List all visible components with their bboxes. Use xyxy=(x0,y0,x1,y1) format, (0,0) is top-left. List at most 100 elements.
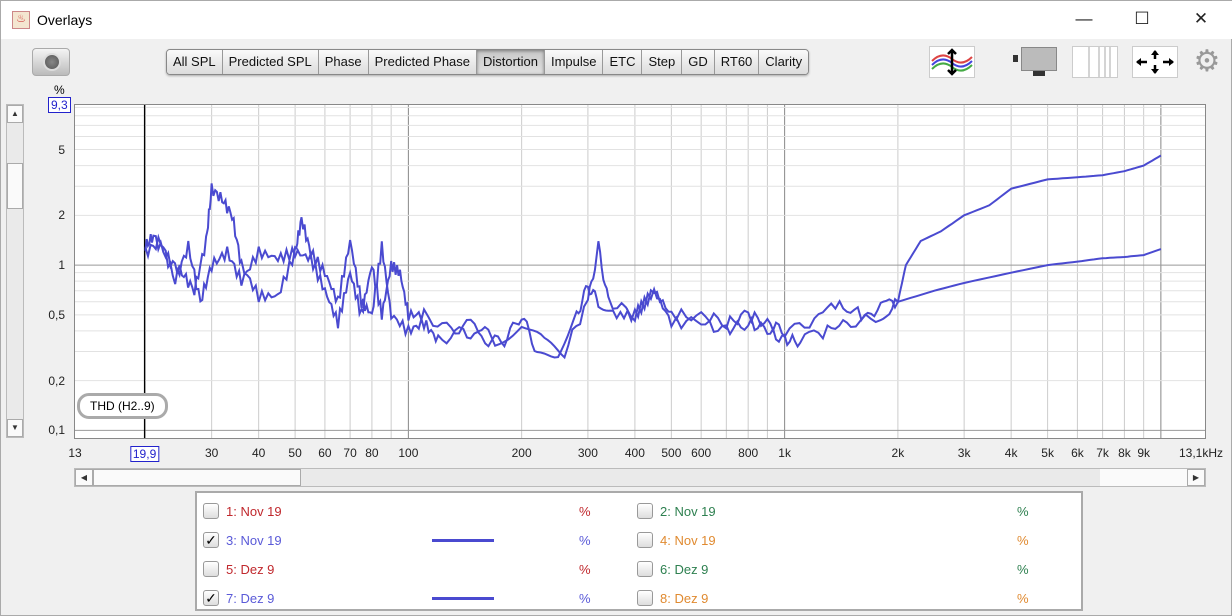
trace-checkbox[interactable]: ✓ xyxy=(203,532,219,548)
window-title: Overlays xyxy=(37,12,93,28)
trace-label[interactable]: 7: Dez 9 xyxy=(226,591,274,606)
trace-unit: % xyxy=(1017,504,1029,519)
camera-icon[interactable] xyxy=(32,48,70,76)
x-tick-label: 300 xyxy=(577,446,598,460)
trace-unit: % xyxy=(579,533,591,548)
trace-checkbox[interactable]: ✓ xyxy=(203,590,219,606)
x-tick-label: 100 xyxy=(398,446,419,460)
minimize-button[interactable]: — xyxy=(1069,9,1099,31)
trace-line-sample xyxy=(432,597,494,600)
x-tick-label: 40 xyxy=(251,446,266,460)
tab-clarity[interactable]: Clarity xyxy=(759,50,809,74)
x-tick-label: 70 xyxy=(343,446,357,460)
trace-checkbox[interactable] xyxy=(637,561,653,577)
x-tick-label: 50 xyxy=(288,446,302,460)
trace-checkbox[interactable] xyxy=(637,532,653,548)
scroll-thumb[interactable] xyxy=(93,469,301,486)
trace-label[interactable]: 1: Nov 19 xyxy=(226,504,282,519)
scroll-left-button[interactable]: ◀ xyxy=(75,469,93,486)
trace-label[interactable]: 3: Nov 19 xyxy=(226,533,282,548)
y-tick-label: 0,2 xyxy=(48,373,65,388)
x-tick-label: 5k xyxy=(1041,446,1054,460)
trace-checkbox[interactable] xyxy=(637,503,653,519)
y-tick-label: 0,5 xyxy=(48,307,65,322)
legend-item: 4: Nov 19 xyxy=(637,530,716,550)
legend-item: ✓ 3: Nov 19 xyxy=(203,530,282,550)
tab-step[interactable]: Step xyxy=(642,50,683,74)
plot-svg xyxy=(75,105,1205,438)
tab-etc[interactable]: ETC xyxy=(603,50,643,74)
trace-unit: % xyxy=(1017,533,1029,548)
cursor-frequency-value[interactable]: 19,9 xyxy=(129,446,160,462)
trace-label[interactable]: 8: Dez 9 xyxy=(660,591,708,606)
series-line-2 xyxy=(144,233,1162,360)
settings-gear-icon[interactable]: ⚙ xyxy=(1192,47,1222,78)
x-tick-label: 9k xyxy=(1137,446,1150,460)
zoom-controls-icon[interactable] xyxy=(1011,46,1061,78)
y-tick-label: 0,1 xyxy=(48,423,65,438)
x-tick-label: 500 xyxy=(661,446,682,460)
trace-unit: % xyxy=(1017,562,1029,577)
tab-rt60[interactable]: RT60 xyxy=(714,50,760,74)
trace-checkbox[interactable] xyxy=(637,590,653,606)
trace-label[interactable]: 6: Dez 9 xyxy=(660,562,708,577)
legend-item: ✓ 7: Dez 9 xyxy=(203,588,274,608)
scroll-track-right[interactable] xyxy=(1100,469,1188,486)
trace-line-sample xyxy=(432,539,494,542)
tab-predicted-phase[interactable]: Predicted Phase xyxy=(368,50,478,74)
close-button[interactable]: ✕ xyxy=(1186,9,1216,31)
tab-phase[interactable]: Phase xyxy=(318,50,369,74)
scroll-up-button[interactable]: ▲ xyxy=(7,105,23,123)
tab-all-spl[interactable]: All SPL xyxy=(167,50,223,74)
trace-unit: % xyxy=(579,562,591,577)
y-max-value[interactable]: 9,3 xyxy=(48,97,71,113)
tab-impulse[interactable]: Impulse xyxy=(544,50,604,74)
x-tick-label: 6k xyxy=(1071,446,1084,460)
y-unit-label: % xyxy=(54,83,65,97)
trace-label[interactable]: 2: Nov 19 xyxy=(660,504,716,519)
legend-item: 6: Dez 9 xyxy=(637,559,708,579)
legend-item: 5: Dez 9 xyxy=(203,559,274,579)
x-tick-label: 60 xyxy=(318,446,332,460)
scroll-right-button[interactable]: ▶ xyxy=(1187,469,1205,486)
horizontal-scrollbar[interactable]: ◀ ▶ xyxy=(74,468,1206,487)
tab-gd[interactable]: GD xyxy=(682,50,715,74)
x-tick-label: 30 xyxy=(204,446,219,460)
x-tick-label: 80 xyxy=(365,446,379,460)
trace-checkbox[interactable] xyxy=(203,503,219,519)
trace-label[interactable]: 4: Nov 19 xyxy=(660,533,716,548)
x-tick-label: 400 xyxy=(624,446,645,460)
tab-predicted-spl[interactable]: Predicted SPL xyxy=(222,50,319,74)
pan-arrows-icon[interactable] xyxy=(1132,46,1178,78)
maximize-button[interactable]: ☐ xyxy=(1127,9,1157,31)
legend-item: 1: Nov 19 xyxy=(203,501,282,521)
trace-unit: % xyxy=(579,504,591,519)
trace-legend: 1: Nov 19% 2: Nov 19% ✓ 3: Nov 19% 4: Nov 19… xyxy=(195,491,1083,611)
legend-item: 8: Dez 9 xyxy=(637,588,708,608)
y-tick-label: 2 xyxy=(58,208,65,223)
tab-distortion[interactable]: Distortion xyxy=(477,50,545,74)
graph-type-tabs: All SPL Predicted SPL Phase Predicted Phase… xyxy=(166,49,810,75)
scroll-down-button[interactable]: ▼ xyxy=(7,419,23,437)
x-tick-label: 800 xyxy=(738,446,759,460)
x-tick-label: 8k xyxy=(1118,446,1131,460)
x-tick-label: 4k xyxy=(1004,446,1018,460)
trace-label[interactable]: 5: Dez 9 xyxy=(226,562,274,577)
x-tick-label: 7k xyxy=(1096,446,1109,460)
distortion-plot[interactable] xyxy=(74,104,1206,439)
x-tick-label: 2k xyxy=(891,446,905,460)
x-tick-label: 13 xyxy=(68,446,82,460)
x-tick-label: 200 xyxy=(511,446,532,460)
trace-unit: % xyxy=(1017,591,1029,606)
trace-checkbox[interactable] xyxy=(203,561,219,577)
x-tick-label: 600 xyxy=(691,446,712,460)
title-bar: ♨ Overlays — ☐ ✕ xyxy=(1,1,1232,39)
grid-lines-icon[interactable] xyxy=(1072,46,1118,78)
x-tick-label: 1k xyxy=(778,446,791,460)
y-tick-label: 1 xyxy=(58,258,65,273)
x-tick-label: 3k xyxy=(957,446,971,460)
vertical-shift-traces-icon[interactable] xyxy=(929,46,975,78)
vertical-scrollbar[interactable]: ▲ ▼ xyxy=(6,104,24,438)
java-app-icon: ♨ xyxy=(12,11,30,29)
scroll-thumb[interactable] xyxy=(7,163,23,209)
